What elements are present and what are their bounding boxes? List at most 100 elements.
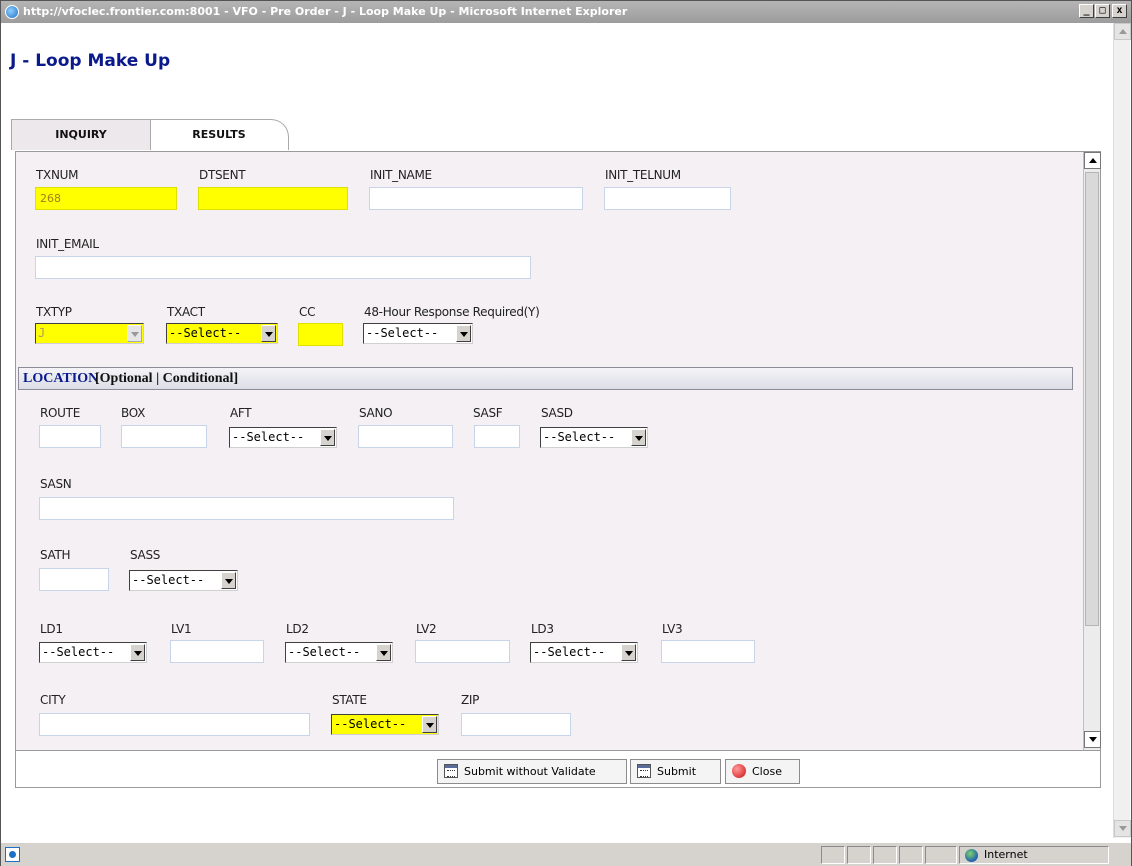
cc-label: CC: [299, 305, 316, 319]
security-zone-label: Internet: [984, 848, 1028, 861]
hour48-selected-value: --Select--: [366, 326, 439, 340]
sass-select[interactable]: --Select--: [129, 570, 238, 591]
submit-button[interactable]: Submit: [630, 759, 721, 784]
ld2-select[interactable]: --Select--: [285, 642, 393, 663]
sasd-label: SASD: [541, 406, 573, 420]
status-segment: [873, 846, 897, 864]
submit-without-validate-button[interactable]: Submit without Validate: [437, 759, 627, 784]
action-button-bar: Submit without Validate Submit Close: [15, 751, 1101, 788]
ld2-label: LD2: [286, 622, 309, 636]
chevron-down-icon: [320, 429, 335, 446]
ld1-select[interactable]: --Select--: [39, 642, 147, 663]
status-segment: [821, 846, 845, 864]
scroll-up-arrow-icon[interactable]: [1084, 152, 1101, 169]
status-segment: [925, 846, 957, 864]
location-section-title: LOCATION: [23, 371, 99, 386]
title-bar: http://vfoclec.frontier.com:8001 - VFO -…: [1, 1, 1131, 23]
state-select[interactable]: --Select--: [331, 714, 439, 735]
maximize-button[interactable]: □: [1095, 4, 1110, 18]
page-title: J - Loop Make Up: [10, 51, 171, 71]
box-label: BOX: [121, 406, 146, 420]
txact-select[interactable]: --Select--: [166, 323, 278, 344]
txnum-field[interactable]: 268: [35, 187, 177, 210]
chevron-down-icon: [631, 429, 646, 446]
close-window-button[interactable]: x: [1112, 4, 1127, 18]
dtsent-field[interactable]: [198, 187, 348, 210]
dtsent-label: DTSENT: [199, 168, 246, 182]
cc-field[interactable]: [298, 323, 343, 346]
page-status-icon: [5, 847, 20, 862]
chevron-down-icon: [130, 644, 145, 661]
route-field[interactable]: [39, 425, 101, 448]
submit-without-validate-label: Submit without Validate: [464, 765, 596, 778]
form-scrollbar[interactable]: [1083, 152, 1101, 750]
security-zone: Internet: [959, 846, 1109, 864]
box-field[interactable]: [121, 425, 207, 448]
sass-label: SASS: [130, 548, 161, 562]
lv1-label: LV1: [171, 622, 192, 636]
minimize-button[interactable]: _: [1079, 4, 1094, 18]
sano-label: SANO: [359, 406, 393, 420]
chevron-down-icon: [221, 572, 236, 589]
window-title: http://vfoclec.frontier.com:8001 - VFO -…: [23, 5, 628, 18]
chevron-down-icon: [127, 325, 142, 342]
hour48-select[interactable]: --Select--: [363, 323, 473, 344]
sano-field[interactable]: [358, 425, 453, 448]
txact-label: TXACT: [167, 305, 205, 319]
init-telnum-field[interactable]: [604, 187, 731, 210]
ld1-label: LD1: [40, 622, 63, 636]
state-label: STATE: [332, 693, 367, 707]
txtyp-label: TXTYP: [36, 305, 72, 319]
stop-icon: [732, 764, 746, 778]
sass-selected-value: --Select--: [132, 573, 205, 587]
aft-select[interactable]: --Select--: [229, 427, 337, 448]
status-segment: [847, 846, 871, 864]
submit-label: Submit: [657, 765, 697, 778]
page-scroll-down-arrow-icon[interactable]: [1114, 820, 1131, 837]
init-name-label: INIT_NAME: [370, 168, 432, 182]
sasd-selected-value: --Select--: [543, 430, 616, 444]
ld3-label: LD3: [531, 622, 554, 636]
lv3-field[interactable]: [661, 640, 755, 663]
location-section-subtitle: [Optional | Conditional]: [95, 371, 239, 386]
txnum-label: TXNUM: [36, 168, 79, 182]
lv2-field[interactable]: [415, 640, 510, 663]
state-selected-value: --Select--: [334, 717, 407, 731]
status-segment: [899, 846, 923, 864]
ld3-select[interactable]: --Select--: [530, 642, 638, 663]
calendar-icon: [637, 764, 651, 778]
init-telnum-label: INIT_TELNUM: [605, 168, 681, 182]
close-button[interactable]: Close: [725, 759, 800, 784]
tab-inquiry[interactable]: INQUIRY: [11, 119, 151, 150]
city-field[interactable]: [39, 713, 310, 736]
sasn-label: SASN: [40, 477, 72, 491]
lv3-label: LV3: [662, 622, 683, 636]
sasn-field[interactable]: [39, 497, 454, 520]
txact-selected-value: --Select--: [169, 326, 242, 340]
txtyp-select[interactable]: J: [35, 323, 144, 344]
chevron-down-icon: [261, 325, 276, 342]
chevron-down-icon: [621, 644, 636, 661]
sath-label: SATH: [40, 548, 71, 562]
close-label: Close: [752, 765, 782, 778]
sasd-select[interactable]: --Select--: [540, 427, 648, 448]
init-name-field[interactable]: [369, 187, 583, 210]
sasf-field[interactable]: [474, 425, 520, 448]
internet-explorer-icon: [5, 5, 19, 19]
chevron-down-icon: [376, 644, 391, 661]
sasf-label: SASF: [473, 406, 503, 420]
hour48-label: 48-Hour Response Required(Y): [364, 305, 540, 319]
zip-label: ZIP: [461, 693, 480, 707]
page-scroll-up-arrow-icon[interactable]: [1114, 23, 1131, 40]
page-scrollbar[interactable]: [1113, 23, 1131, 838]
sath-field[interactable]: [39, 568, 109, 591]
scroll-down-arrow-icon[interactable]: [1084, 731, 1101, 748]
init-email-field[interactable]: [35, 256, 531, 279]
aft-label: AFT: [230, 406, 252, 420]
calendar-icon: [444, 764, 458, 778]
lv1-field[interactable]: [170, 640, 264, 663]
tab-results[interactable]: RESULTS: [149, 119, 289, 150]
zip-field[interactable]: [461, 713, 571, 736]
form-scrollbar-thumb[interactable]: [1085, 172, 1099, 626]
route-label: ROUTE: [40, 406, 80, 420]
